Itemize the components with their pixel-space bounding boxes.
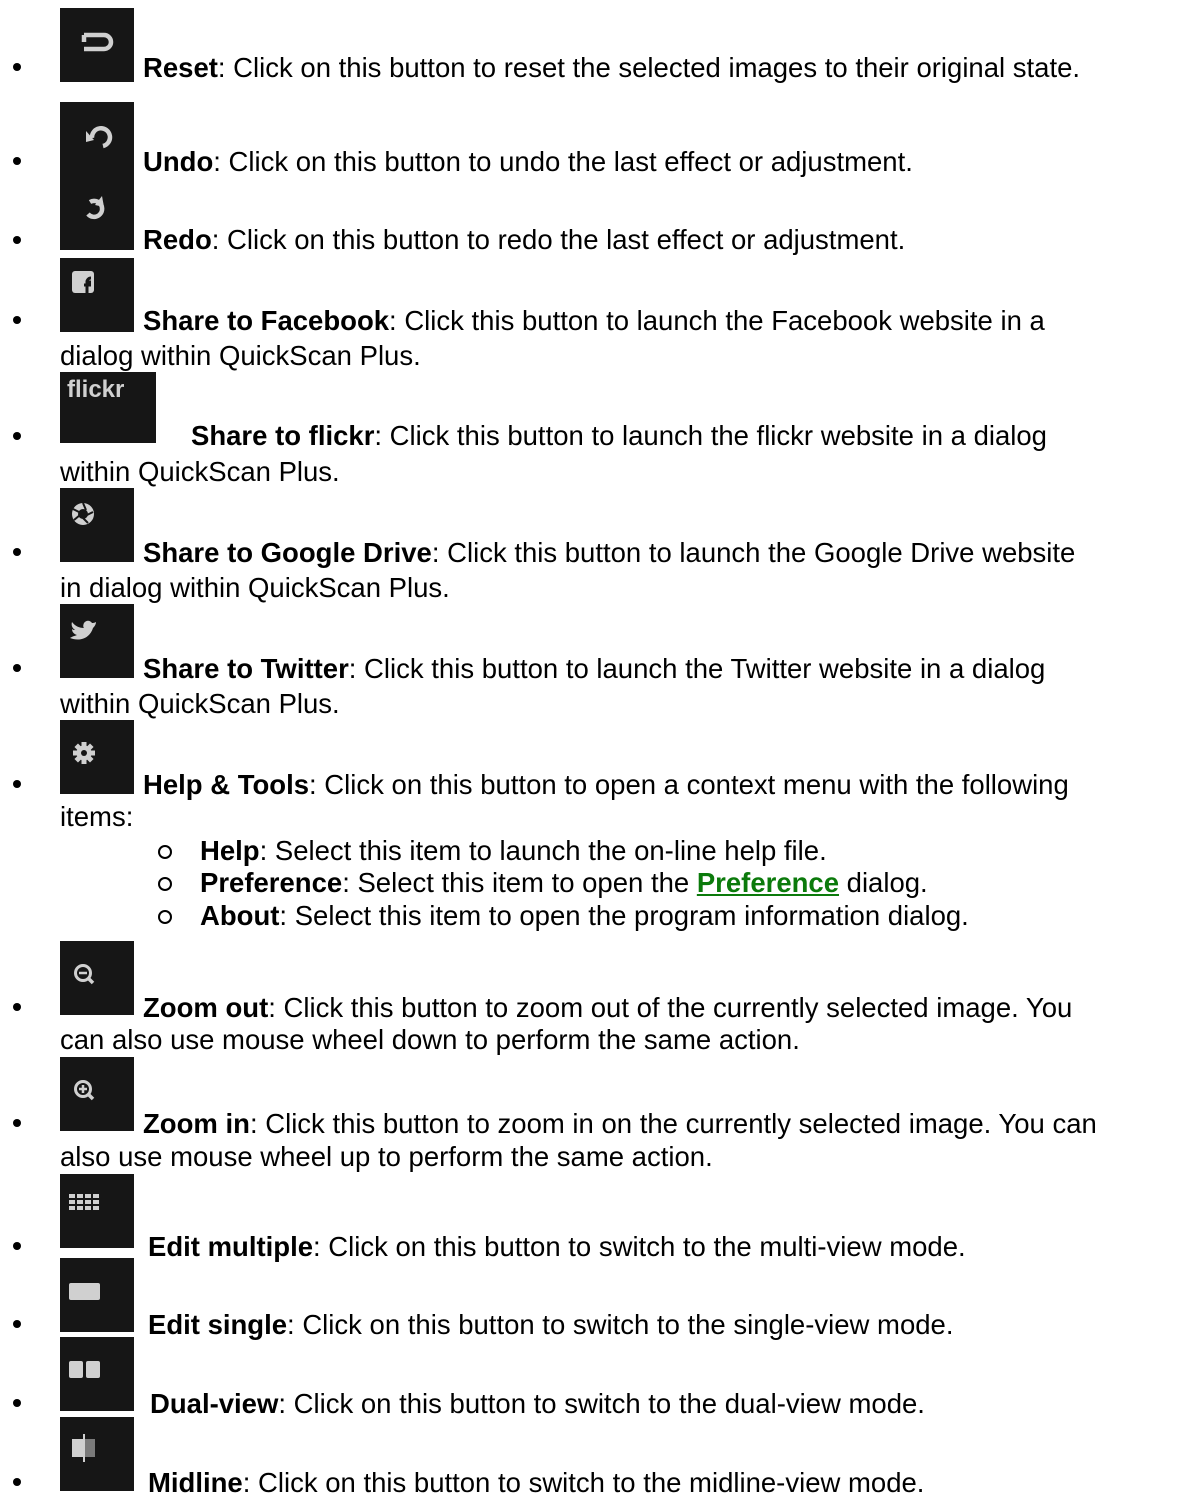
twitter-icon (60, 604, 134, 678)
item-desc: : Click this button to launch the flickr… (374, 420, 1047, 451)
sub-item-pre: : Select this item to open the (342, 867, 697, 898)
item-label: Zoom out (143, 992, 269, 1023)
sub-item-desc: : Select this item to open the program i… (279, 900, 969, 931)
item-label: Share to flickr (191, 420, 375, 451)
sub-item-label: Help (200, 835, 260, 866)
gear-icon (60, 720, 134, 794)
item-desc: : Click on this button to reset the sele… (217, 52, 1081, 83)
undo-icon (60, 102, 134, 176)
item-desc: : Click this button to launch the Facebo… (389, 305, 1045, 336)
item-label: Edit single (148, 1309, 288, 1340)
redo-icon (60, 176, 134, 250)
preference-link[interactable]: Preference (697, 867, 839, 898)
item-desc-cont: in dialog within QuickScan Plus. (60, 572, 450, 603)
item-label: Edit multiple (148, 1231, 313, 1262)
item-desc: : Click this button to zoom out of the c… (268, 992, 1073, 1023)
item-desc: : Click this button to launch the Google… (431, 537, 1076, 568)
item-label: Midline (148, 1467, 243, 1498)
sub-item: About: Select this item to open the prog… (200, 900, 969, 932)
item-label: Redo (143, 224, 212, 255)
item-label: Share to Google Drive (143, 537, 432, 568)
item-desc-cont: can also use mouse wheel down to perform… (60, 1024, 800, 1055)
item-label: Reset (143, 52, 218, 83)
reset-icon (60, 8, 134, 82)
grid-icon (60, 1174, 134, 1248)
item-label: Share to Twitter (143, 653, 349, 684)
item-desc-cont: within QuickScan Plus. (60, 688, 340, 719)
flickr-logo-text: flickr (67, 376, 125, 403)
item-label: Help & Tools (143, 769, 310, 800)
flickr-icon: flickr (60, 372, 156, 443)
sub-item: Preference: Select this item to open the… (200, 867, 928, 899)
item-label: Undo (143, 146, 214, 177)
zoom-out-icon (60, 941, 134, 1015)
sub-item-desc: : Select this item to launch the on-line… (259, 835, 827, 866)
item-desc: : Click on this button to switch to the … (242, 1467, 925, 1498)
sub-item-post: dialog. (839, 867, 928, 898)
item-desc-cont: within QuickScan Plus. (60, 456, 340, 487)
item-label: Share to Facebook (143, 305, 390, 336)
item-desc: : Click on this button to redo the last … (211, 224, 906, 255)
dual-view-icon (60, 1337, 134, 1411)
facebook-icon (60, 258, 134, 332)
item-desc: : Click on this button to switch to the … (287, 1309, 954, 1340)
zoom-in-icon (60, 1057, 134, 1131)
item-desc: : Click on this button to open a context… (309, 769, 1069, 800)
single-view-icon (60, 1258, 134, 1332)
google-drive-icon (60, 488, 134, 562)
sub-item: Help: Select this item to launch the on-… (200, 835, 827, 867)
item-desc: : Click on this button to undo the last … (213, 146, 913, 177)
item-desc: : Click this button to launch the Twitte… (348, 653, 1046, 684)
item-desc-cont: dialog within QuickScan Plus. (60, 340, 421, 371)
sub-item-label: About (200, 900, 280, 931)
item-label: Zoom in (143, 1108, 250, 1139)
item-desc: : Click on this button to switch to the … (278, 1388, 925, 1419)
item-desc-cont: also use mouse wheel up to perform the s… (60, 1141, 713, 1172)
item-desc: : Click on this button to switch to the … (313, 1231, 966, 1262)
midline-icon (60, 1417, 134, 1491)
item-desc: : Click this button to zoom in on the cu… (249, 1108, 1097, 1139)
item-label: Dual-view (150, 1388, 279, 1419)
sub-item-label: Preference (200, 867, 343, 898)
item-desc-cont: items: (60, 801, 134, 832)
